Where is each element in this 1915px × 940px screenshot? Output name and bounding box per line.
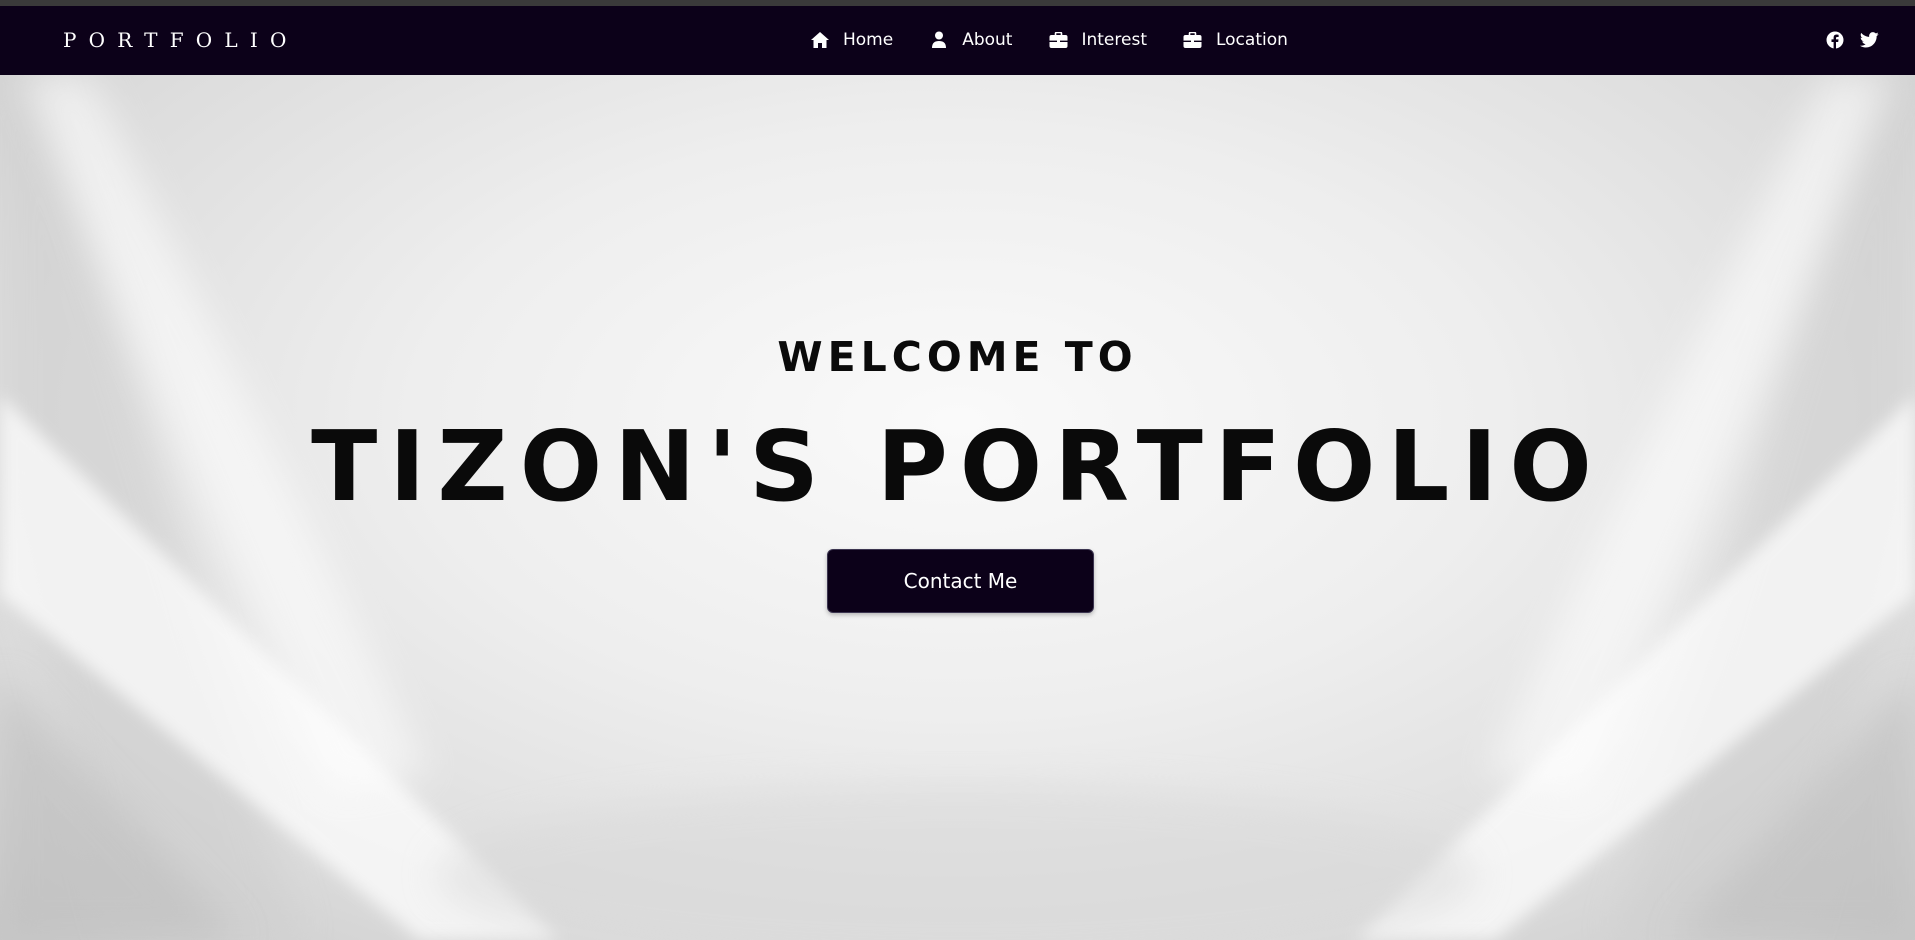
facebook-icon[interactable] — [1825, 30, 1844, 49]
briefcase-icon — [1183, 30, 1203, 50]
nav-link-label: Home — [843, 30, 894, 50]
nav-link-label: Interest — [1081, 30, 1147, 50]
nav-link-label: About — [962, 30, 1013, 50]
nav-link-interest[interactable]: Interest — [1048, 28, 1147, 52]
hero-section: WELCOME TO TIZON'S PORTFOLIO Contact Me — [0, 75, 1915, 940]
user-icon — [929, 30, 949, 50]
hero-title: TIZON'S PORTFOLIO — [311, 410, 1604, 523]
social-links — [1825, 30, 1879, 49]
brand-logo[interactable]: PORTFOLIO — [63, 27, 299, 53]
briefcase-icon — [1048, 30, 1068, 50]
nav-link-label: Location — [1215, 30, 1288, 50]
nav-link-about[interactable]: About — [929, 28, 1012, 52]
hero-subtitle: WELCOME TO — [777, 333, 1138, 381]
nav-link-location[interactable]: Location — [1183, 28, 1288, 52]
twitter-icon[interactable] — [1860, 30, 1879, 49]
navbar: PORTFOLIO Home About Interest Location — [0, 6, 1915, 75]
contact-me-button[interactable]: Contact Me — [827, 549, 1094, 613]
nav-links: Home About Interest Location — [810, 28, 1288, 52]
home-icon — [810, 30, 830, 50]
nav-link-home[interactable]: Home — [810, 28, 893, 52]
